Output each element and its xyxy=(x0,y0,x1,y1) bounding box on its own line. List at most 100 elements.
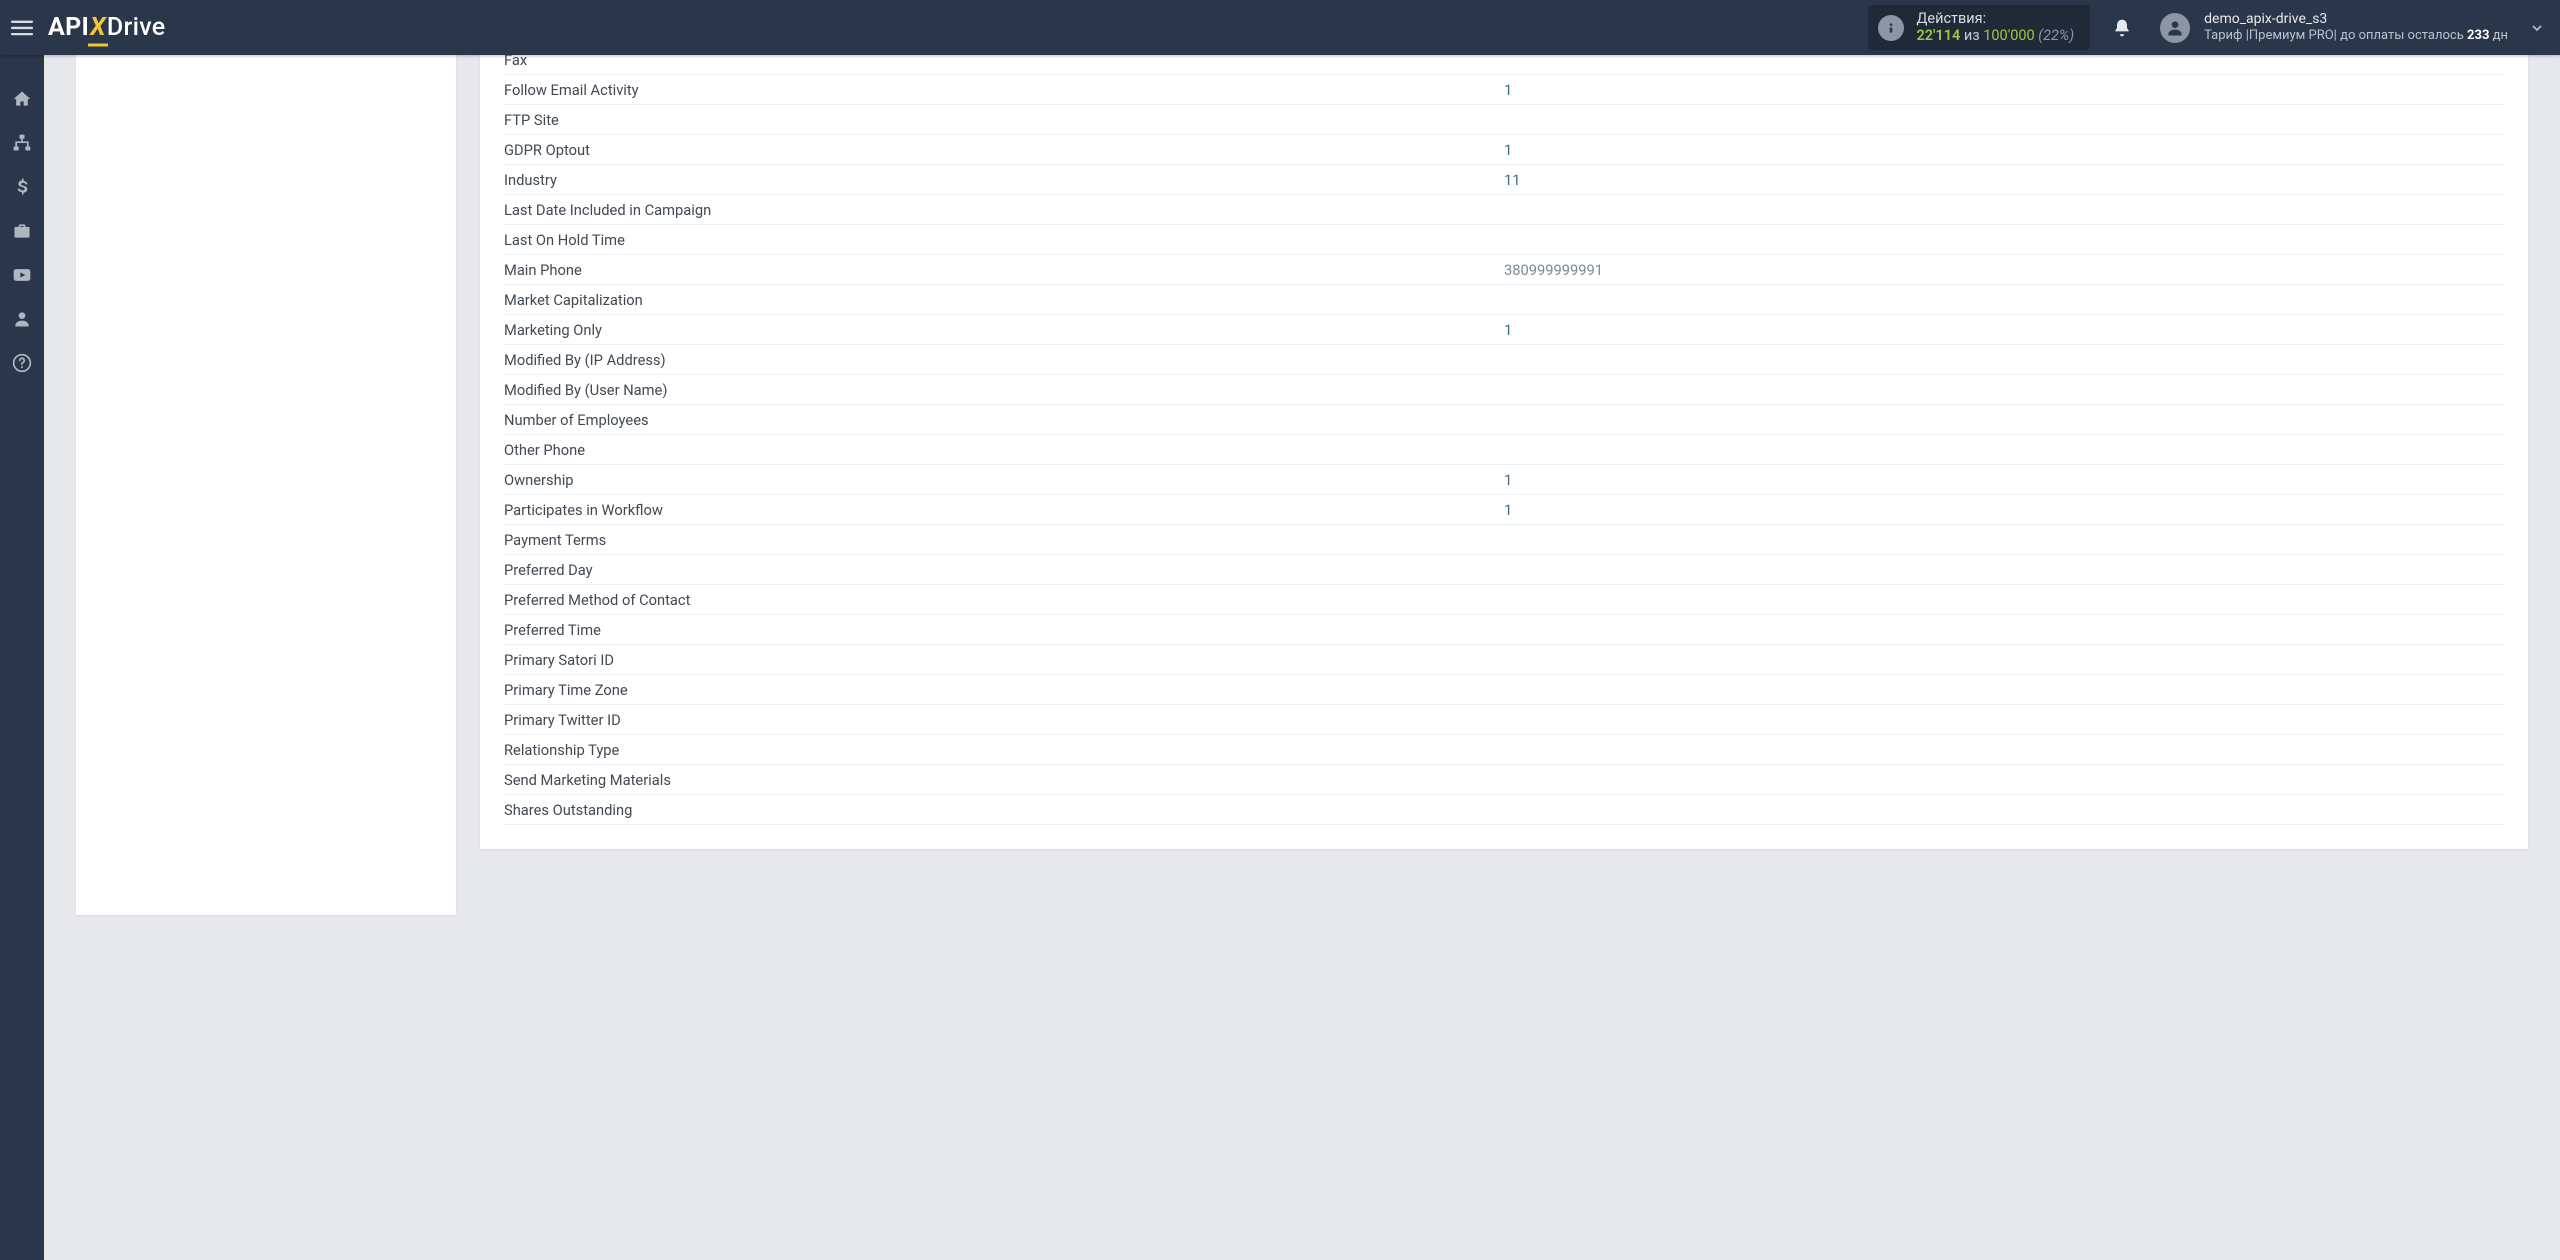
field-key: Fax xyxy=(504,55,1504,75)
field-key: Industry xyxy=(504,165,1504,195)
payment-text: до оплаты осталось xyxy=(2340,28,2464,43)
field-key: Primary Time Zone xyxy=(504,675,1504,705)
days-suffix: дн xyxy=(2493,28,2508,43)
user-info: demo_apix-drive_s3 Тариф |Премиум PRO| д… xyxy=(2204,11,2508,45)
field-value xyxy=(1504,375,2504,405)
field-value xyxy=(1504,645,2504,675)
tariff-prefix: Тариф | xyxy=(2204,28,2249,43)
usage-text: Действия: 22'114 из 100'000 (22%) xyxy=(1916,11,2074,44)
topbar: API X Drive Действия: 22'114 из 100'000 … xyxy=(0,0,2560,55)
chevron-down-icon[interactable] xyxy=(2528,19,2546,37)
table-row: Industry11 xyxy=(504,165,2504,195)
table-row: Participates in Workflow1 xyxy=(504,495,2504,525)
sidebar-item-connections[interactable] xyxy=(0,123,44,163)
field-value xyxy=(1504,675,2504,705)
table-row: Number of Employees xyxy=(504,405,2504,435)
table-row: Fax xyxy=(504,55,2504,75)
usage-percent: (22%) xyxy=(2038,27,2074,44)
table-row: Payment Terms xyxy=(504,525,2504,555)
field-value xyxy=(1504,55,2504,75)
field-key: Market Capitalization xyxy=(504,285,1504,315)
workspace: Email Address 3FaxFollow Email Activity1… xyxy=(44,55,2560,1260)
table-row: Preferred Method of Contact xyxy=(504,585,2504,615)
field-key: FTP Site xyxy=(504,105,1504,135)
field-value xyxy=(1504,735,2504,765)
field-value xyxy=(1504,285,2504,315)
sidebar-item-home[interactable] xyxy=(0,79,44,119)
field-key: Payment Terms xyxy=(504,525,1504,555)
logo[interactable]: API X Drive xyxy=(48,13,166,42)
table-row: FTP Site xyxy=(504,105,2504,135)
field-key: Last Date Included in Campaign xyxy=(504,195,1504,225)
table-row: GDPR Optout1 xyxy=(504,135,2504,165)
field-value xyxy=(1504,525,2504,555)
table-row: Shares Outstanding xyxy=(504,795,2504,825)
table-row: Primary Twitter ID xyxy=(504,705,2504,735)
info-icon xyxy=(1878,15,1904,41)
logo-text-drive: Drive xyxy=(107,13,166,42)
field-value xyxy=(1504,195,2504,225)
field-value xyxy=(1504,435,2504,465)
table-row: Send Marketing Materials xyxy=(504,765,2504,795)
field-key: Relationship Type xyxy=(504,735,1504,765)
table-row: Main Phone380999999991 xyxy=(504,255,2504,285)
table-row: Primary Time Zone xyxy=(504,675,2504,705)
table-row: Relationship Type xyxy=(504,735,2504,765)
tariff-sep: | xyxy=(2334,28,2337,43)
field-key: Last On Hold Time xyxy=(504,225,1504,255)
field-key: Preferred Day xyxy=(504,555,1504,585)
field-value xyxy=(1504,555,2504,585)
tariff-name: Премиум PRO xyxy=(2249,28,2334,43)
table-row: Follow Email Activity1 xyxy=(504,75,2504,105)
sidebar-item-help[interactable] xyxy=(0,343,44,383)
field-value[interactable]: 1 xyxy=(1504,75,2504,105)
field-value[interactable]: 1 xyxy=(1504,315,2504,345)
sidebar xyxy=(0,55,44,1260)
table-row: Market Capitalization xyxy=(504,285,2504,315)
table-row: Preferred Day xyxy=(504,555,2504,585)
field-key: Primary Satori ID xyxy=(504,645,1504,675)
usage-of: из xyxy=(1964,27,1980,44)
table-row: Modified By (User Name) xyxy=(504,375,2504,405)
usage-limit: 100'000 xyxy=(1983,27,2034,44)
table-row: Other Phone xyxy=(504,435,2504,465)
field-value xyxy=(1504,795,2504,825)
field-key: Modified By (User Name) xyxy=(504,375,1504,405)
user-menu[interactable]: demo_apix-drive_s3 Тариф |Премиум PRO| д… xyxy=(2160,11,2508,45)
fields-panel: Email Address 3FaxFollow Email Activity1… xyxy=(480,55,2528,849)
field-key: Follow Email Activity xyxy=(504,75,1504,105)
table-row: Modified By (IP Address) xyxy=(504,345,2504,375)
usage-label: Действия: xyxy=(1916,11,2074,28)
field-key: Number of Employees xyxy=(504,405,1504,435)
field-key: Send Marketing Materials xyxy=(504,765,1504,795)
field-key: Other Phone xyxy=(504,435,1504,465)
field-value xyxy=(1504,225,2504,255)
field-key: Primary Twitter ID xyxy=(504,705,1504,735)
field-value[interactable]: 1 xyxy=(1504,135,2504,165)
fields-table: Email Address 3FaxFollow Email Activity1… xyxy=(504,55,2504,825)
menu-toggle[interactable] xyxy=(6,12,38,44)
usage-actions-box[interactable]: Действия: 22'114 из 100'000 (22%) xyxy=(1868,5,2090,50)
field-key: Ownership xyxy=(504,465,1504,495)
notifications-button[interactable] xyxy=(2108,14,2136,42)
days-left: 233 xyxy=(2467,28,2489,43)
field-value xyxy=(1504,765,2504,795)
sidebar-item-billing[interactable] xyxy=(0,167,44,207)
sidebar-item-account[interactable] xyxy=(0,299,44,339)
field-key: Shares Outstanding xyxy=(504,795,1504,825)
field-value: 380999999991 xyxy=(1504,255,2504,285)
table-row: Marketing Only1 xyxy=(504,315,2504,345)
field-value[interactable]: 11 xyxy=(1504,165,2504,195)
field-value[interactable]: 1 xyxy=(1504,495,2504,525)
field-key: Modified By (IP Address) xyxy=(504,345,1504,375)
field-value xyxy=(1504,345,2504,375)
field-key: Marketing Only xyxy=(504,315,1504,345)
table-row: Last Date Included in Campaign xyxy=(504,195,2504,225)
usage-current: 22'114 xyxy=(1916,27,1960,44)
field-value xyxy=(1504,105,2504,135)
field-value xyxy=(1504,615,2504,645)
sidebar-item-briefcase[interactable] xyxy=(0,211,44,251)
user-name: demo_apix-drive_s3 xyxy=(2204,11,2508,29)
field-value[interactable]: 1 xyxy=(1504,465,2504,495)
sidebar-item-youtube[interactable] xyxy=(0,255,44,295)
